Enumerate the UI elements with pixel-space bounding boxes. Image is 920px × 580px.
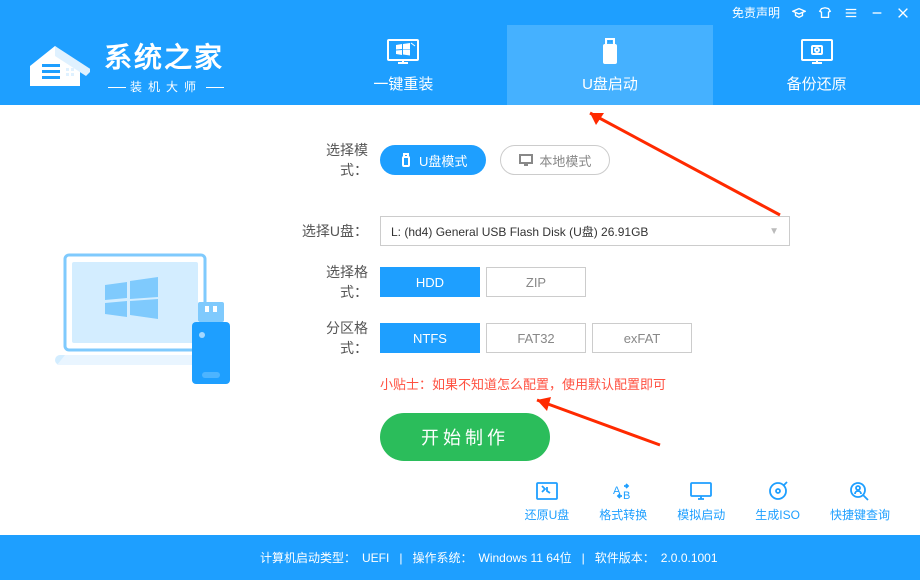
status-ver-label: 软件版本： (595, 549, 655, 566)
restore-icon (534, 480, 560, 502)
tool-sim-boot[interactable]: 模拟启动 (677, 480, 725, 523)
tool-format-convert[interactable]: AB 格式转换 (599, 480, 647, 523)
minimize-icon[interactable] (870, 6, 884, 20)
monitor-win-icon (385, 37, 421, 67)
svg-text:B: B (623, 490, 630, 502)
hint-text: 小贴士：如果不知道怎么配置，使用默认配置即可 (300, 374, 870, 393)
bootfmt-zip-button[interactable]: ZIP (486, 267, 586, 297)
mode-local-button[interactable]: 本地模式 (500, 145, 610, 175)
tool-label: 生成ISO (755, 506, 800, 523)
mode-label: 选择模式： (300, 140, 380, 180)
partfmt-exfat-button[interactable]: exFAT (592, 323, 692, 353)
skin-icon[interactable] (818, 6, 832, 20)
status-boot-value: UEFI (362, 551, 389, 565)
monitor-small-icon (519, 153, 533, 167)
tab-label: 一键重装 (373, 73, 433, 94)
bootfmt-label: 选择格式： (300, 262, 380, 302)
partfmt-fat32-button[interactable]: FAT32 (486, 323, 586, 353)
app-subtitle: 装机大师 (104, 76, 228, 95)
bootfmt-hdd-button[interactable]: HDD (380, 267, 480, 297)
tool-gen-iso[interactable]: 生成ISO (755, 480, 800, 523)
tab-reinstall[interactable]: 一键重装 (300, 25, 507, 105)
tool-label: 还原U盘 (525, 506, 570, 523)
partfmt-ntfs-button[interactable]: NTFS (380, 323, 480, 353)
tab-label: U盘启动 (582, 73, 638, 94)
drive-select[interactable]: L: (hd4) General USB Flash Disk (U盘) 26.… (380, 216, 790, 246)
illustration (0, 105, 300, 535)
tool-restore-usb[interactable]: 还原U盘 (525, 480, 570, 523)
menu-icon[interactable] (844, 6, 858, 20)
tool-label: 格式转换 (599, 506, 647, 523)
tab-usb-boot[interactable]: U盘启动 (507, 25, 714, 105)
disc-icon (765, 480, 791, 502)
monitor-camera-icon (799, 37, 835, 67)
status-ver-value: 2.0.0.1001 (661, 551, 718, 565)
status-boot-label: 计算机启动类型： (260, 549, 356, 566)
status-os-label: 操作系统： (412, 549, 472, 566)
start-button[interactable]: 开始制作 (380, 413, 550, 461)
status-bar: 计算机启动类型： UEFI | 操作系统： Windows 11 64位 | 软… (0, 535, 920, 580)
tab-backup[interactable]: 备份还原 (713, 25, 920, 105)
disclaimer-link[interactable]: 免责声明 (732, 4, 780, 21)
tool-label: 快捷键查询 (830, 506, 890, 523)
tab-label: 备份还原 (787, 73, 847, 94)
close-icon[interactable] (896, 6, 910, 20)
app-title: 系统之家 (104, 36, 228, 76)
search-person-icon (847, 480, 873, 502)
drive-value: L: (hd4) General USB Flash Disk (U盘) 26.… (391, 223, 648, 240)
usb-drive-icon (592, 37, 628, 67)
drive-label: 选择U盘： (300, 221, 380, 241)
usb-small-icon (399, 153, 413, 167)
convert-icon: AB (610, 480, 636, 502)
house-icon (20, 38, 90, 93)
monitor-icon (688, 480, 714, 502)
mode-usb-button[interactable]: U盘模式 (380, 145, 486, 175)
status-os-value: Windows 11 64位 (479, 549, 572, 566)
caret-down-icon: ▼ (769, 226, 779, 237)
tool-label: 模拟启动 (677, 506, 725, 523)
app-logo: 系统之家 装机大师 (0, 25, 300, 105)
mode-local-label: 本地模式 (539, 151, 591, 170)
partfmt-label: 分区格式： (300, 318, 380, 358)
tool-hotkey[interactable]: 快捷键查询 (830, 480, 890, 523)
mode-usb-label: U盘模式 (419, 151, 467, 170)
grad-cap-icon[interactable] (792, 6, 806, 20)
